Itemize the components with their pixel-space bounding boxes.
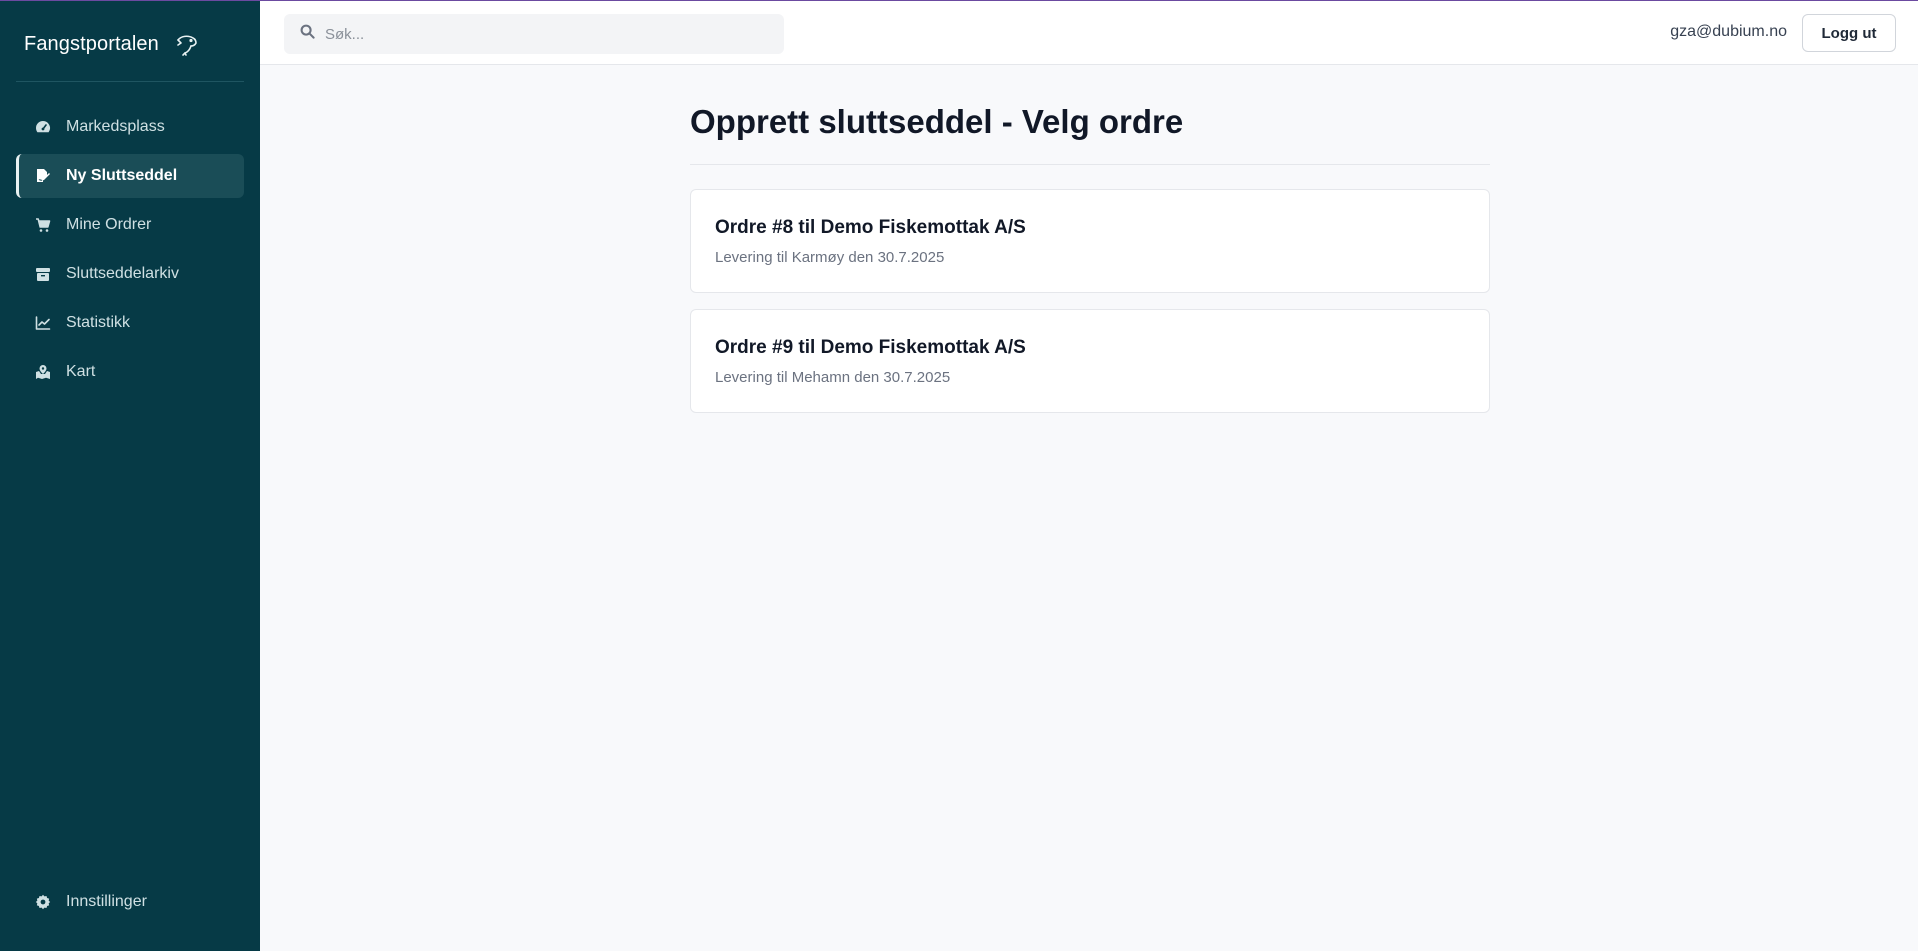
top-accent-line: [0, 0, 1918, 1]
search-icon: [300, 24, 315, 44]
title-divider: [690, 164, 1490, 165]
order-card[interactable]: Ordre #8 til Demo Fiskemottak A/S Leveri…: [690, 189, 1490, 293]
sidebar-item-innstillinger[interactable]: Innstillinger: [16, 880, 244, 924]
sidebar-item-ny-sluttseddel[interactable]: Ny Sluttseddel: [16, 154, 244, 198]
cart-icon: [34, 216, 52, 234]
file-signature-icon: [34, 167, 52, 185]
logout-button[interactable]: Logg ut: [1802, 14, 1896, 52]
sidebar-item-label: Sluttseddelarkiv: [66, 265, 179, 282]
search-box[interactable]: [284, 14, 784, 54]
sidebar-item-mine-ordrer[interactable]: Mine Ordrer: [16, 203, 244, 247]
order-list: Ordre #8 til Demo Fiskemottak A/S Leveri…: [690, 189, 1490, 413]
order-title: Ordre #8 til Demo Fiskemottak A/S: [715, 217, 1026, 238]
sidebar-item-sluttseddelarkiv[interactable]: Sluttseddelarkiv: [16, 252, 244, 296]
sidebar: Fangstportalen Markedsplass Ny Sluttsedd…: [0, 0, 260, 951]
sidebar-item-label: Kart: [66, 363, 96, 380]
sidebar-nav: Markedsplass Ny Sluttseddel Mine Ordrer …: [16, 105, 244, 399]
sidebar-item-statistikk[interactable]: Statistikk: [16, 301, 244, 345]
map-icon: [34, 363, 52, 381]
main-content: Opprett sluttseddel - Velg ordre Ordre #…: [690, 100, 1490, 413]
fish-icon: [173, 30, 201, 58]
search-input[interactable]: [325, 25, 765, 43]
page-title: Opprett sluttseddel - Velg ordre: [690, 103, 1184, 140]
order-delivery-info: Levering til Karmøy den 30.7.2025: [715, 249, 945, 266]
gauge-icon: [34, 118, 52, 136]
brand-divider: [16, 81, 244, 82]
sidebar-item-label: Statistikk: [66, 314, 131, 331]
sidebar-item-label: Mine Ordrer: [66, 216, 152, 233]
app-name: Fangstportalen: [24, 32, 159, 55]
user-email: gza@dubium.no: [1670, 23, 1787, 40]
top-header: gza@dubium.no Logg ut: [260, 1, 1918, 65]
sidebar-item-kart[interactable]: Kart: [16, 350, 244, 394]
order-delivery-info: Levering til Mehamn den 30.7.2025: [715, 369, 951, 386]
archive-icon: [34, 265, 52, 283]
gear-icon: [34, 893, 52, 911]
order-title: Ordre #9 til Demo Fiskemottak A/S: [715, 337, 1026, 358]
sidebar-item-label: Ny Sluttseddel: [66, 167, 178, 184]
order-card[interactable]: Ordre #9 til Demo Fiskemottak A/S Leveri…: [690, 309, 1490, 413]
brand[interactable]: Fangstportalen: [24, 28, 201, 60]
line-chart-icon: [34, 314, 52, 332]
sidebar-item-markedsplass[interactable]: Markedsplass: [16, 105, 244, 149]
settings-label: Innstillinger: [66, 893, 147, 910]
sidebar-item-label: Markedsplass: [66, 118, 165, 135]
